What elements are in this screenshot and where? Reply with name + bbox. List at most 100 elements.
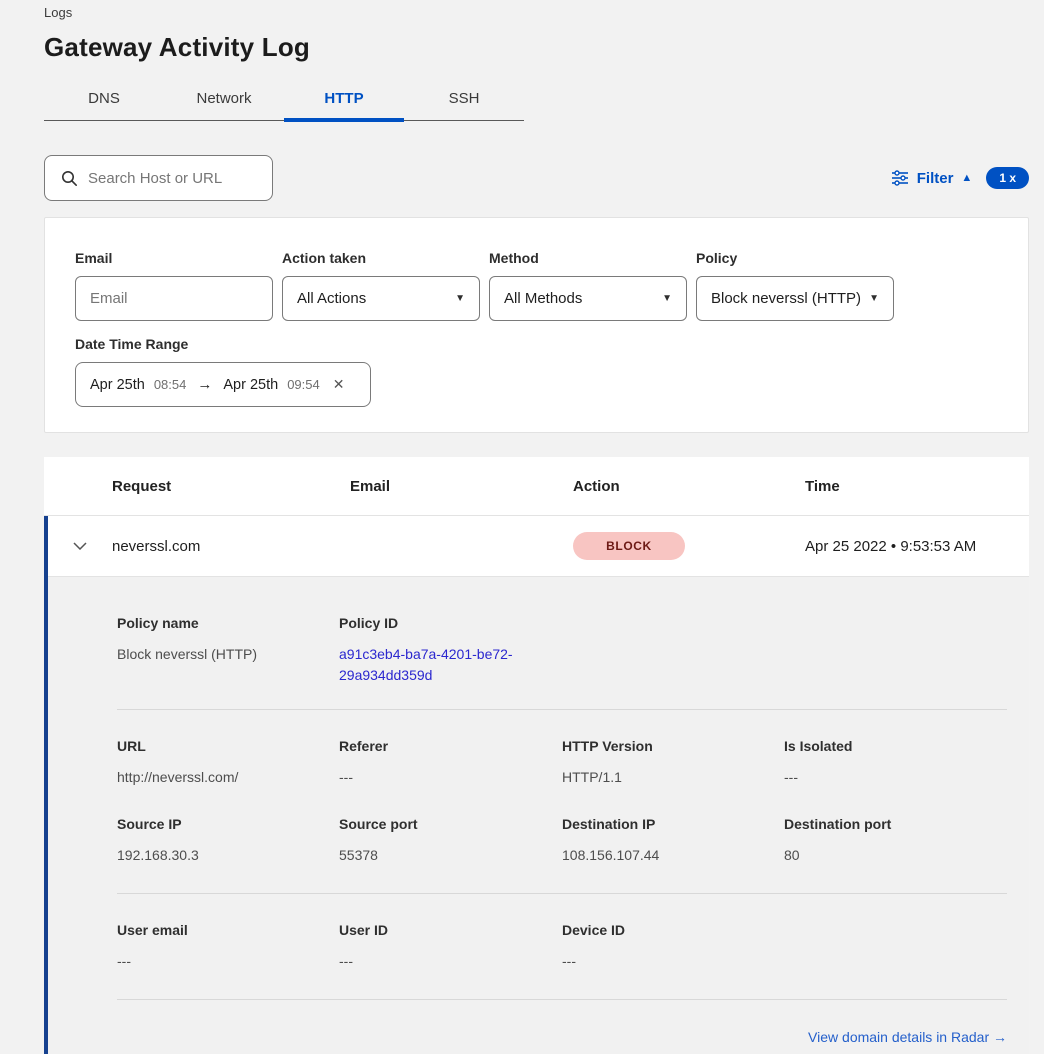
policy-label: Policy xyxy=(696,250,894,266)
user-id-detail-label: User ID xyxy=(339,922,562,939)
is-isolated-detail-label: Is Isolated xyxy=(784,738,1007,755)
date-time-range-field: Date Time Range Apr 25th 08:54 → Apr 25t… xyxy=(75,336,998,407)
chevron-down-icon: ▼ xyxy=(869,293,879,304)
page-title: Gateway Activity Log xyxy=(44,30,1029,64)
tab-http[interactable]: HTTP xyxy=(284,80,404,120)
http-version-detail: HTTP Version HTTP/1.1 xyxy=(562,738,784,788)
referer-detail-value: --- xyxy=(339,767,562,788)
is-isolated-detail-value: --- xyxy=(784,767,1007,788)
destination-ip-detail-value: 108.156.107.44 xyxy=(562,845,784,866)
clear-date-range-icon[interactable]: ✕ xyxy=(333,376,345,393)
url-detail-value: http://neverssl.com/ xyxy=(117,767,339,788)
filter-sliders-icon xyxy=(891,170,909,186)
method-field: Method All Methods ▼ xyxy=(489,250,687,321)
filter-panel: Email Action taken All Actions ▼ Method … xyxy=(44,217,1029,433)
policy-id-detail-label: Policy ID xyxy=(339,615,562,632)
policy-name-detail-label: Policy name xyxy=(117,615,339,632)
action-taken-field: Action taken All Actions ▼ xyxy=(282,250,480,321)
email-filter-label: Email xyxy=(75,250,273,266)
policy-field: Policy Block neverssl (HTTP) ▼ xyxy=(696,250,894,321)
column-header-request: Request xyxy=(112,478,350,495)
user-id-detail-value: --- xyxy=(339,951,562,972)
range-end-date: Apr 25th xyxy=(223,377,278,393)
date-time-range-label: Date Time Range xyxy=(75,336,998,352)
policy-name-detail: Policy name Block neverssl (HTTP) xyxy=(117,615,339,686)
filter-count-badge[interactable]: 1 x xyxy=(986,167,1029,189)
destination-port-detail-value: 80 xyxy=(784,845,1007,866)
block-status-badge: BLOCK xyxy=(573,532,685,560)
chevron-down-icon xyxy=(73,542,87,550)
search-icon xyxy=(61,170,78,187)
tab-network[interactable]: Network xyxy=(164,80,284,120)
toolbar: Filter ▲ 1 x xyxy=(44,155,1029,201)
http-version-detail-value: HTTP/1.1 xyxy=(562,767,784,788)
range-start-time: 08:54 xyxy=(154,377,187,392)
breadcrumb[interactable]: Logs xyxy=(44,4,1029,22)
device-id-detail-value: --- xyxy=(562,951,784,972)
search-input[interactable] xyxy=(88,170,260,187)
user-email-detail-value: --- xyxy=(117,951,339,972)
destination-ip-detail: Destination IP 108.156.107.44 xyxy=(562,816,784,866)
date-range-picker[interactable]: Apr 25th 08:54 → Apr 25th 09:54 ✕ xyxy=(75,362,371,407)
row-details-panel: Policy name Block neverssl (HTTP) Policy… xyxy=(48,577,1029,1054)
action-taken-label: Action taken xyxy=(282,250,480,266)
row-request: neverssl.com xyxy=(112,538,350,555)
gateway-activity-log-page: Logs Gateway Activity Log DNS Network HT… xyxy=(0,0,1044,1054)
source-port-detail-value: 55378 xyxy=(339,845,562,866)
policy-id-link[interactable]: a91c3eb4-ba7a-4201-be72-29a934dd359d xyxy=(339,644,535,686)
arrow-right-icon: → xyxy=(195,376,214,393)
chevron-up-icon[interactable]: ▲ xyxy=(961,173,972,184)
method-value: All Methods xyxy=(504,290,582,307)
referer-detail: Referer --- xyxy=(339,738,562,788)
tab-dns[interactable]: DNS xyxy=(44,80,164,120)
tab-ssh[interactable]: SSH xyxy=(404,80,524,120)
search-box[interactable] xyxy=(44,155,273,201)
action-taken-select[interactable]: All Actions ▼ xyxy=(282,276,480,321)
expanded-row-wrapper: neverssl.com BLOCK Apr 25 2022 • 9:53:53… xyxy=(44,516,1029,1054)
user-email-detail-label: User email xyxy=(117,922,339,939)
activity-log-table: Request Email Action Time neverssl.com B… xyxy=(44,457,1029,1054)
table-row[interactable]: neverssl.com BLOCK Apr 25 2022 • 9:53:53… xyxy=(48,516,1029,577)
method-select[interactable]: All Methods ▼ xyxy=(489,276,687,321)
filter-toggle-button[interactable]: Filter xyxy=(917,170,954,187)
user-id-detail: User ID --- xyxy=(339,922,562,972)
device-id-detail-label: Device ID xyxy=(562,922,784,939)
http-version-detail-label: HTTP Version xyxy=(562,738,784,755)
tab-bar: DNS Network HTTP SSH xyxy=(44,80,524,121)
policy-id-detail: Policy ID a91c3eb4-ba7a-4201-be72-29a934… xyxy=(339,615,562,686)
referer-detail-label: Referer xyxy=(339,738,562,755)
email-filter-input[interactable] xyxy=(75,276,273,321)
device-id-detail: Device ID --- xyxy=(562,922,784,972)
is-isolated-detail: Is Isolated --- xyxy=(784,738,1007,788)
range-start-date: Apr 25th xyxy=(90,377,145,393)
destination-ip-detail-label: Destination IP xyxy=(562,816,784,833)
column-header-email: Email xyxy=(350,478,573,495)
destination-port-detail-label: Destination port xyxy=(784,816,1007,833)
column-header-action: Action xyxy=(573,478,805,495)
policy-value: Block neverssl (HTTP) xyxy=(711,290,861,307)
policy-name-detail-value: Block neverssl (HTTP) xyxy=(117,644,339,665)
source-ip-detail-value: 192.168.30.3 xyxy=(117,845,339,866)
destination-port-detail: Destination port 80 xyxy=(784,816,1007,866)
url-detail: URL http://neverssl.com/ xyxy=(117,738,339,788)
row-action: BLOCK xyxy=(573,532,805,560)
chevron-down-icon: ▼ xyxy=(662,293,672,304)
source-ip-detail: Source IP 192.168.30.3 xyxy=(117,816,339,866)
row-expander[interactable] xyxy=(48,542,112,550)
policy-select[interactable]: Block neverssl (HTTP) ▼ xyxy=(696,276,894,321)
view-radar-link[interactable]: View domain details in Radar → xyxy=(808,1029,1007,1045)
chevron-down-icon: ▼ xyxy=(455,293,465,304)
action-taken-value: All Actions xyxy=(297,290,366,307)
source-ip-detail-label: Source IP xyxy=(117,816,339,833)
email-filter-field: Email xyxy=(75,250,273,321)
table-header: Request Email Action Time xyxy=(44,457,1029,516)
column-header-time: Time xyxy=(805,478,1029,495)
source-port-detail: Source port 55378 xyxy=(339,816,562,866)
url-detail-label: URL xyxy=(117,738,339,755)
user-email-detail: User email --- xyxy=(117,922,339,972)
row-time: Apr 25 2022 • 9:53:53 AM xyxy=(805,538,1029,555)
source-port-detail-label: Source port xyxy=(339,816,562,833)
method-label: Method xyxy=(489,250,687,266)
range-end-time: 09:54 xyxy=(287,377,320,392)
filter-controls: Filter ▲ 1 x xyxy=(891,167,1029,189)
